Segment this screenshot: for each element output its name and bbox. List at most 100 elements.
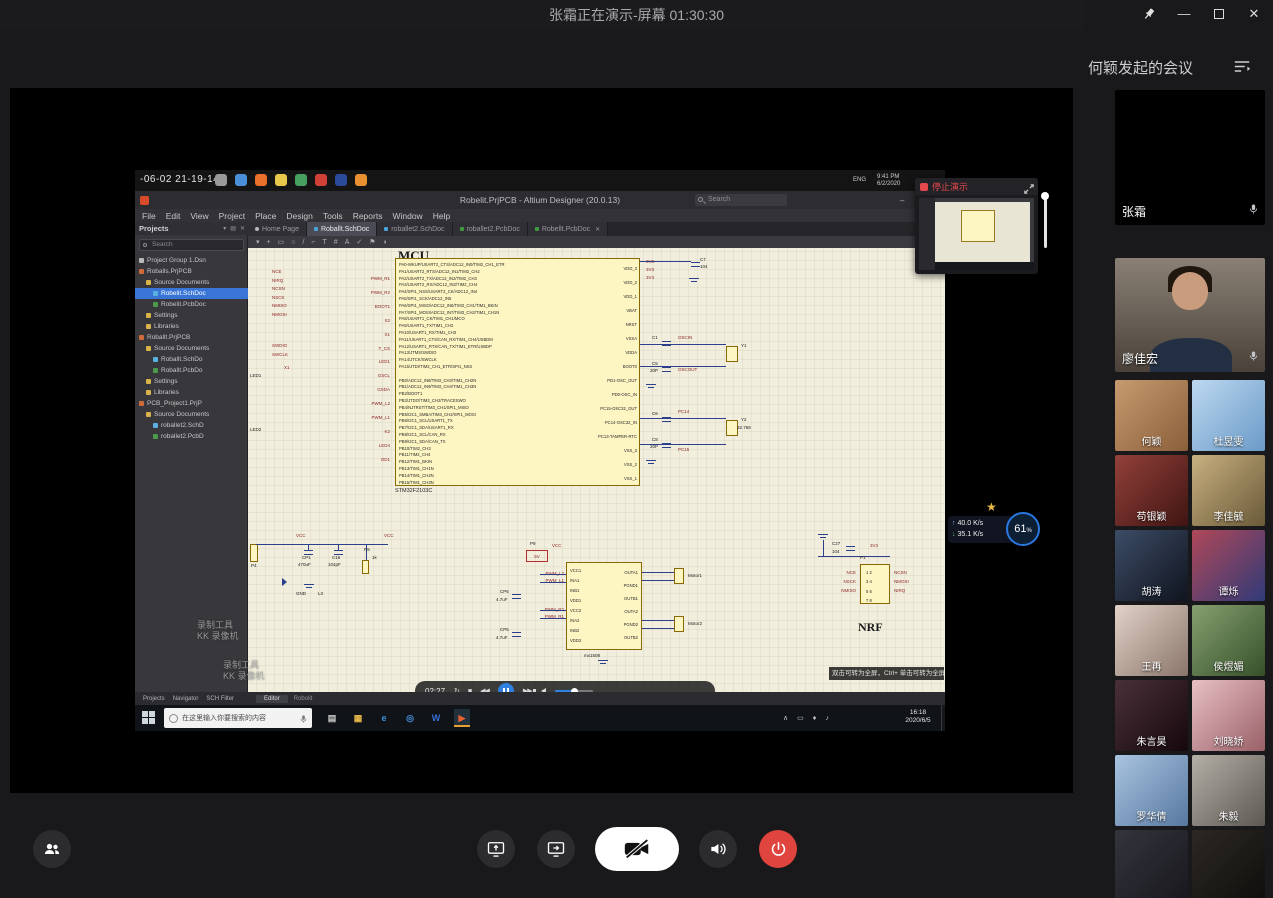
performance-badge[interactable]: 61 % [1006, 512, 1040, 546]
shared-screen-video[interactable]: -06-02 21-19-14 ENG 9:41 PM 6/2/2020 Rob… [135, 170, 945, 731]
wire [642, 572, 674, 573]
project-tree-item: Roballt.PrjPCB [135, 332, 248, 343]
wire [640, 344, 726, 345]
participant-tile[interactable]: 罗华倩 [1115, 755, 1188, 826]
gnd-label: GND [296, 592, 306, 597]
stop-presenting-button[interactable]: 停止演示 [915, 178, 1038, 195]
altium-statusbar: ProjectsNavigatorSCH Filter Editor Robol… [135, 692, 945, 705]
participant-tile[interactable]: 李佳毓 [1192, 455, 1265, 526]
file-icon [153, 291, 158, 296]
capacitor-symbol [691, 262, 700, 267]
close-tab-icon: ✕ [595, 226, 600, 233]
tree-item-label: Libraries [154, 389, 179, 396]
nrf-left-nets: NCE NSCK NMISO [814, 568, 856, 595]
project-tree-item: Robelit.PcbDoc [135, 299, 248, 310]
participant-tile[interactable] [1192, 830, 1265, 898]
document-tabs: Home Page ✕ Roballt.SchDoc ✕ roballet2.S… [248, 222, 945, 236]
participant-tile[interactable]: 杜昱雯 [1192, 380, 1265, 451]
close-button[interactable]: ✕ [1245, 5, 1263, 23]
file-icon [139, 335, 144, 340]
taskbar-app-icon: e [376, 709, 392, 727]
toolbar-icon: ◑ [383, 239, 387, 246]
chip-designator: mx1508 [584, 654, 600, 659]
tree-item-label: roballet2.PcbD [161, 433, 204, 440]
menu-item: Edit [166, 211, 181, 221]
expand-icon[interactable] [1024, 181, 1034, 199]
taskbar-app-icons: ▤ ▦ e ◎ W ▶ [324, 709, 470, 727]
menu-item: Reports [353, 211, 383, 221]
desktop-app-icons [215, 174, 367, 186]
pip-preview-canvas [935, 202, 1030, 262]
net-label: PC14 [678, 410, 689, 415]
participant-tile[interactable]: 何颖 [1115, 380, 1188, 451]
toolbar-icon: + [267, 239, 271, 246]
panel-header-icons: ▾▤✕ [223, 225, 245, 232]
file-icon [146, 390, 151, 395]
wire [642, 620, 674, 621]
app-icon [335, 174, 347, 186]
share-content-button[interactable] [537, 830, 575, 868]
participant-tile[interactable]: 刘晓娇 [1192, 680, 1265, 751]
participant-tile[interactable]: 苟银颖 [1115, 455, 1188, 526]
capacitor-symbol [662, 417, 671, 422]
toolbar-icon: # [334, 239, 338, 246]
toolbar-icon: T [323, 239, 327, 246]
motor-connector [674, 616, 684, 632]
tree-item-label: Robelit.PcbDoc [161, 301, 206, 308]
minimize-button[interactable]: — [1175, 5, 1193, 23]
participant-tile[interactable]: 王再 [1115, 605, 1188, 676]
recorded-desktop-strip: -06-02 21-19-14 ENG 9:41 PM 6/2/2020 [135, 170, 945, 191]
participant-tile[interactable]: 朱言昊 [1115, 680, 1188, 751]
pip-preview-panel [919, 198, 935, 270]
participant-tile[interactable]: 胡涛 [1115, 530, 1188, 601]
pin-icon[interactable] [1140, 5, 1158, 23]
schematic-canvas: MCU PA0-WKUP/USART2_CTS/ADC12_IN0/TIM2_C… [248, 248, 945, 692]
menu-item: Window [392, 211, 422, 221]
project-tree-item: Roballs.PrjPCB [135, 266, 248, 277]
doc-icon [535, 227, 539, 231]
portrait-body [1150, 338, 1232, 372]
tree-item-label: Roballt.PrjPCB [147, 334, 190, 341]
taskbar-search-box: 在这里输入你要搜索的内容 [164, 708, 312, 728]
presenter-pip-window[interactable]: 停止演示 [915, 178, 1038, 274]
pip-slider[interactable] [1044, 196, 1047, 248]
participant-tile[interactable]: 侯煜媚 [1192, 605, 1265, 676]
taskbar-clock: 16:18 2020/6/5 [897, 709, 939, 726]
system-tray: ∧▭♦♪ [783, 705, 829, 731]
participants-button[interactable] [33, 830, 71, 868]
start-icon [142, 711, 156, 725]
participant-tile[interactable] [1115, 830, 1188, 898]
cap-ref: C27 [832, 542, 840, 547]
menu-item: Help [433, 211, 450, 221]
speaker-button[interactable] [699, 830, 737, 868]
tree-item-label: Source Documents [154, 279, 209, 286]
wire [642, 628, 674, 629]
participant-tile[interactable]: 廖佳宏 [1115, 258, 1265, 372]
toolbar-icon: / [302, 239, 304, 246]
wire [540, 574, 566, 575]
screen-share-button[interactable] [477, 830, 515, 868]
video-timestamp-watermark: -06-02 21-19-14 [140, 174, 219, 185]
connector-ref: P1 [860, 556, 866, 561]
recorder-watermark: 录制工具 KK 录像机 [223, 660, 265, 683]
project-tree-item: Settings [135, 376, 248, 387]
participant-tile[interactable]: 谭烁 [1192, 530, 1265, 601]
pip-preview [919, 198, 1034, 270]
participant-list-icon[interactable] [1233, 59, 1251, 79]
document-tab: Roballt.SchDoc ✕ [307, 222, 377, 236]
pip-slider-knob[interactable] [1041, 192, 1049, 200]
project-tree-item: Source Documents [135, 409, 248, 420]
leave-meeting-button[interactable] [759, 830, 797, 868]
connector-symbol [250, 544, 258, 562]
participant-tile[interactable]: 朱毅 [1192, 755, 1265, 826]
cap-value: 470uF [298, 563, 311, 568]
menu-item: Design [286, 211, 312, 221]
maximize-button[interactable] [1210, 5, 1228, 23]
schematic-toolbar: ▾+▭○/⌐T#A✓⚑◑ [248, 236, 945, 248]
project-tree-item: Roballt.PcbDo [135, 365, 248, 376]
camera-off-button[interactable] [595, 827, 679, 871]
app-icon [275, 174, 287, 186]
panel-tab: SCH Filter [206, 696, 234, 702]
participant-tile[interactable]: 张霜 [1115, 90, 1265, 225]
mic-icon [1248, 349, 1259, 368]
